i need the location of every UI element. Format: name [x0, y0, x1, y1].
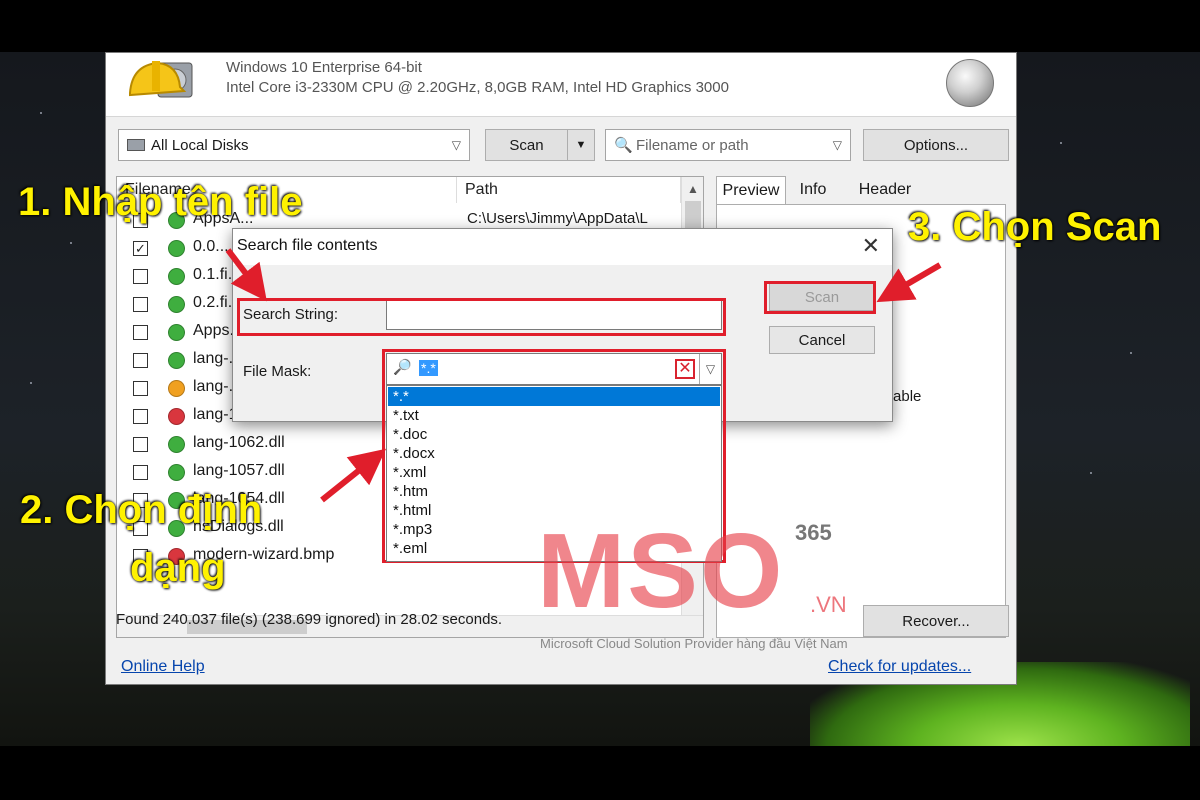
dropdown-option[interactable]: *.htm — [388, 482, 720, 501]
row-checkbox[interactable] — [133, 465, 148, 480]
dialog-title-bar: Search file contents ✕ — [233, 229, 892, 265]
file-path: C:\Users\Jimmy\AppData\L — [467, 210, 648, 227]
status-dot-icon — [168, 408, 185, 425]
column-header-path[interactable]: Path — [457, 177, 681, 203]
row-checkbox[interactable] — [133, 437, 148, 452]
status-dot-icon — [168, 240, 185, 257]
mso-watermark-logo: MSO — [537, 512, 785, 630]
scan-summary: Found 240.037 file(s) (238.699 ignored) … — [116, 611, 503, 628]
row-checkbox[interactable] — [133, 409, 148, 424]
hardhat-drive-logo-icon — [129, 61, 193, 98]
dialog-title: Search file contents — [237, 237, 378, 254]
scan-button-highlight — [764, 281, 876, 314]
step1-annotation: 1. Nhập tên file — [18, 180, 303, 224]
status-orb-icon[interactable] — [946, 59, 994, 107]
scan-dropdown-button[interactable]: ▼ — [567, 129, 595, 161]
mso-watermark-tagline: Microsoft Cloud Solution Provider hàng đ… — [540, 636, 848, 651]
status-dot-icon — [168, 296, 185, 313]
row-checkbox[interactable] — [133, 325, 148, 340]
scroll-up-icon[interactable]: ▲ — [682, 179, 704, 199]
dropdown-option[interactable]: *.doc — [388, 425, 720, 444]
scan-button[interactable]: Scan — [485, 129, 568, 161]
row-checkbox[interactable] — [133, 381, 148, 396]
status-dot-icon — [168, 352, 185, 369]
star — [1060, 142, 1062, 144]
status-dot-icon — [168, 268, 185, 285]
check-updates-link[interactable]: Check for updates... — [828, 658, 971, 676]
filter-placeholder: Filename or path — [636, 136, 749, 154]
star — [1130, 352, 1132, 354]
os-info: Windows 10 Enterprise 64-bit — [226, 59, 422, 76]
step2-annotation-line2: dạng — [130, 546, 226, 590]
preview-number: 365 — [795, 520, 832, 545]
tab-header[interactable]: Header — [850, 176, 920, 204]
row-checkbox[interactable]: ✓ — [133, 241, 148, 256]
row-checkbox[interactable] — [133, 297, 148, 312]
star — [40, 112, 42, 114]
search-icon: 🔍 — [614, 137, 633, 154]
system-info: Windows 10 Enterprise 64-bit Intel Core … — [226, 58, 729, 98]
status-dot-icon — [168, 324, 185, 341]
dropdown-option[interactable]: *.docx — [388, 444, 720, 463]
drive-select[interactable]: All Local Disks ▽ — [118, 129, 470, 161]
file-mask-label: File Mask: — [243, 363, 312, 380]
status-dot-icon — [168, 464, 185, 481]
close-icon[interactable]: ✕ — [862, 233, 880, 259]
drive-select-value: All Local Disks — [151, 136, 249, 154]
hardware-info: Intel Core i3-2330M CPU @ 2.20GHz, 8,0GB… — [226, 79, 729, 96]
tab-preview[interactable]: Preview — [716, 176, 786, 204]
filename-filter-input[interactable]: 🔍 Filename or path ▽ — [605, 129, 851, 161]
recover-button[interactable]: Recover... — [863, 605, 1009, 637]
dropdown-option[interactable]: *.* — [388, 387, 720, 406]
row-checkbox[interactable] — [133, 353, 148, 368]
chevron-down-icon: ▽ — [451, 138, 461, 152]
file-name: lang-1062.dll — [193, 434, 285, 451]
row-checkbox[interactable] — [133, 269, 148, 284]
file-name: 0.0... — [193, 238, 229, 255]
dialog-cancel-button[interactable]: Cancel — [769, 326, 875, 354]
options-button[interactable]: Options... — [863, 129, 1009, 161]
file-name: lang-1057.dll — [193, 462, 285, 479]
tab-info[interactable]: Info — [788, 176, 838, 204]
step2-annotation-line1: 2. Chọn định — [20, 488, 263, 532]
status-dot-icon — [168, 436, 185, 453]
drive-icon — [127, 139, 145, 151]
search-string-highlight — [237, 298, 726, 336]
star — [30, 382, 32, 384]
star — [1090, 472, 1092, 474]
star — [70, 242, 72, 244]
dropdown-option[interactable]: *.txt — [388, 406, 720, 425]
dropdown-option[interactable]: *.xml — [388, 463, 720, 482]
step3-annotation: 3. Chọn Scan — [908, 205, 1162, 249]
status-dot-icon — [168, 380, 185, 397]
online-help-link[interactable]: Online Help — [121, 658, 205, 676]
chevron-down-icon: ▽ — [832, 138, 842, 152]
mso-watermark-suffix: .VN — [810, 592, 847, 617]
app-header: Windows 10 Enterprise 64-bit Intel Core … — [106, 53, 1016, 117]
